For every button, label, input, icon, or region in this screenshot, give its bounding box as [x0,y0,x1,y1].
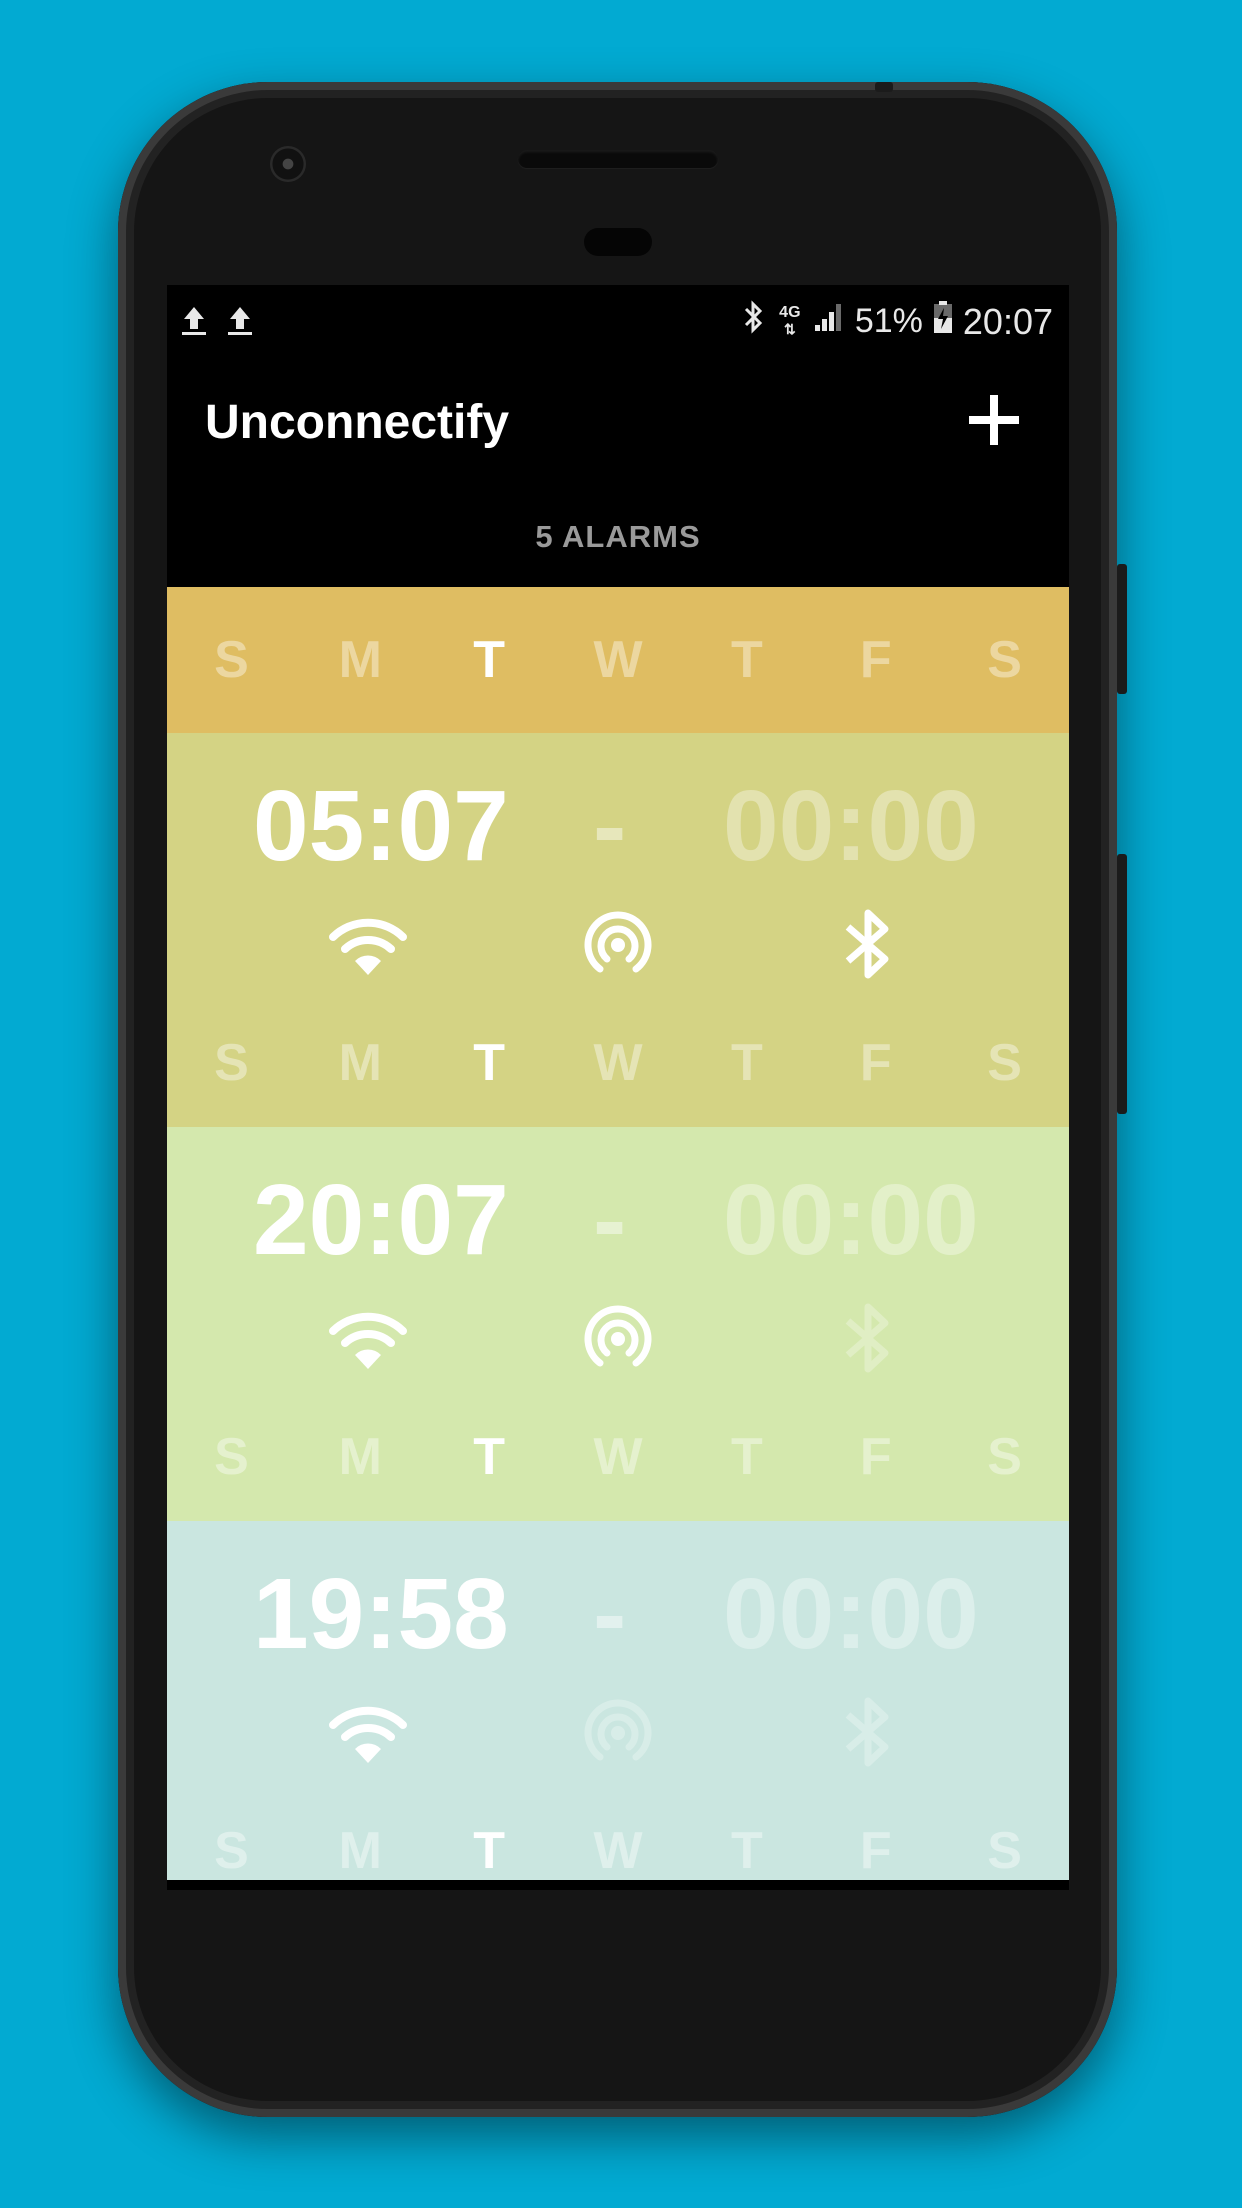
time-separator: - [593,1558,627,1670]
header-day-3[interactable]: W [554,630,683,690]
signal-icon [813,301,845,342]
alarm-days-row: SMTWTFS [167,1387,1069,1527]
time-separator: - [593,770,627,882]
phone-screen: 4G ⇅ 51% 20:07 Unconnectify 5 ALARMS S M… [167,285,1069,1890]
plus-icon [969,395,1019,445]
alarm-day-6[interactable]: S [940,1821,1069,1880]
tab-bar: 5 ALARMS [167,497,1069,577]
alarm-end-time[interactable]: 00:00 [723,769,979,884]
wifi-icon[interactable] [323,1293,413,1383]
status-bar: 4G ⇅ 51% 20:07 [167,285,1069,353]
alarm-time-range: 05:07-00:00 [167,769,1069,882]
hotspot-icon[interactable] [573,1687,663,1777]
clock: 20:07 [962,300,1053,342]
alarm-card[interactable]: 20:07-00:00 SMTWTFS [167,1127,1069,1521]
header-day-1[interactable]: M [296,630,425,690]
wifi-icon[interactable] [323,899,413,989]
header-day-2[interactable]: T [425,630,554,690]
alarm-day-3[interactable]: W [554,1821,683,1880]
bluetooth-icon[interactable] [823,899,913,989]
alarm-list[interactable]: SMTWTFS 05:07-00:00 S M T W T F S 20:07-00:00 S… [167,587,1069,1880]
header-day-6[interactable]: S [940,630,1069,690]
alarm-day-4[interactable]: T [682,1427,811,1487]
alarm-end-time[interactable]: 00:00 [723,1557,979,1672]
top-button [875,82,893,92]
alarm-day-1[interactable]: M [296,1033,425,1093]
alarm-day-1[interactable]: M [296,1821,425,1880]
hotspot-icon[interactable] [573,1293,663,1383]
front-camera [270,146,306,182]
alarm-day-6[interactable]: S [940,1427,1069,1487]
wifi-icon[interactable] [323,1687,413,1777]
alarm-toggles [167,1293,1069,1383]
alarm-toggles [167,899,1069,989]
tab-alarms[interactable]: 5 ALARMS [167,519,1069,555]
battery-percent: 51% [854,302,923,340]
alarm-start-time[interactable]: 20:07 [253,1163,509,1278]
alarm-time-range: 19:58-00:00 [167,1557,1069,1670]
alarm-start-time[interactable]: 05:07 [253,769,509,884]
network-type-icon: 4G ⇅ [777,305,803,338]
data-arrows: ⇅ [783,321,796,337]
alarm-start-time[interactable]: 19:58 [253,1557,509,1672]
header-day-4[interactable]: T [682,630,811,690]
app-title: Unconnectify [205,396,510,449]
alarm-toggles [167,1687,1069,1777]
app-bar: Unconnectify [167,353,1069,497]
volume-button [1117,854,1127,1114]
alarm-day-2[interactable]: T [425,1821,554,1880]
time-separator: - [593,1164,627,1276]
battery-icon [933,300,953,343]
bluetooth-status-icon [741,299,767,344]
alarm-day-0[interactable]: S [167,1821,296,1880]
alarm-day-3[interactable]: W [554,1033,683,1093]
alarm-end-time[interactable]: 00:00 [723,1163,979,1278]
alarm-time-range: 20:07-00:00 [167,1163,1069,1276]
alarm-day-6[interactable]: S [940,1033,1069,1093]
upload-icon [179,303,209,346]
alarm-day-2[interactable]: T [425,1033,554,1093]
alarm-card[interactable]: 05:07-00:00 SMTWTFS [167,733,1069,1127]
power-button [1117,564,1127,694]
bluetooth-icon[interactable] [823,1687,913,1777]
alarm-days-row: SMTWTFS [167,993,1069,1133]
alarm-day-2[interactable]: T [425,1427,554,1487]
alarm-day-4[interactable]: T [682,1033,811,1093]
alarm-day-1[interactable]: M [296,1427,425,1487]
alarm-day-0[interactable]: S [167,1033,296,1093]
alarm-day-0[interactable]: S [167,1427,296,1487]
header-days-row: SMTWTFS [167,587,1069,733]
header-day-5[interactable]: F [811,630,940,690]
earpiece-speaker [518,150,718,168]
network-type-label: 4G [779,304,801,321]
hotspot-icon[interactable] [573,899,663,989]
alarm-day-5[interactable]: F [811,1427,940,1487]
alarm-day-5[interactable]: F [811,1033,940,1093]
alarm-day-4[interactable]: T [682,1821,811,1880]
add-alarm-button[interactable] [959,385,1029,455]
bluetooth-icon[interactable] [823,1293,913,1383]
alarm-day-3[interactable]: W [554,1427,683,1487]
alarm-days-row: SMTWTFS [167,1781,1069,1880]
upload-icon [225,303,255,346]
alarm-day-5[interactable]: F [811,1821,940,1880]
proximity-sensor [584,228,652,256]
alarm-card[interactable]: 19:58-00:00 SMTWTFS [167,1521,1069,1880]
header-day-0[interactable]: S [167,630,296,690]
